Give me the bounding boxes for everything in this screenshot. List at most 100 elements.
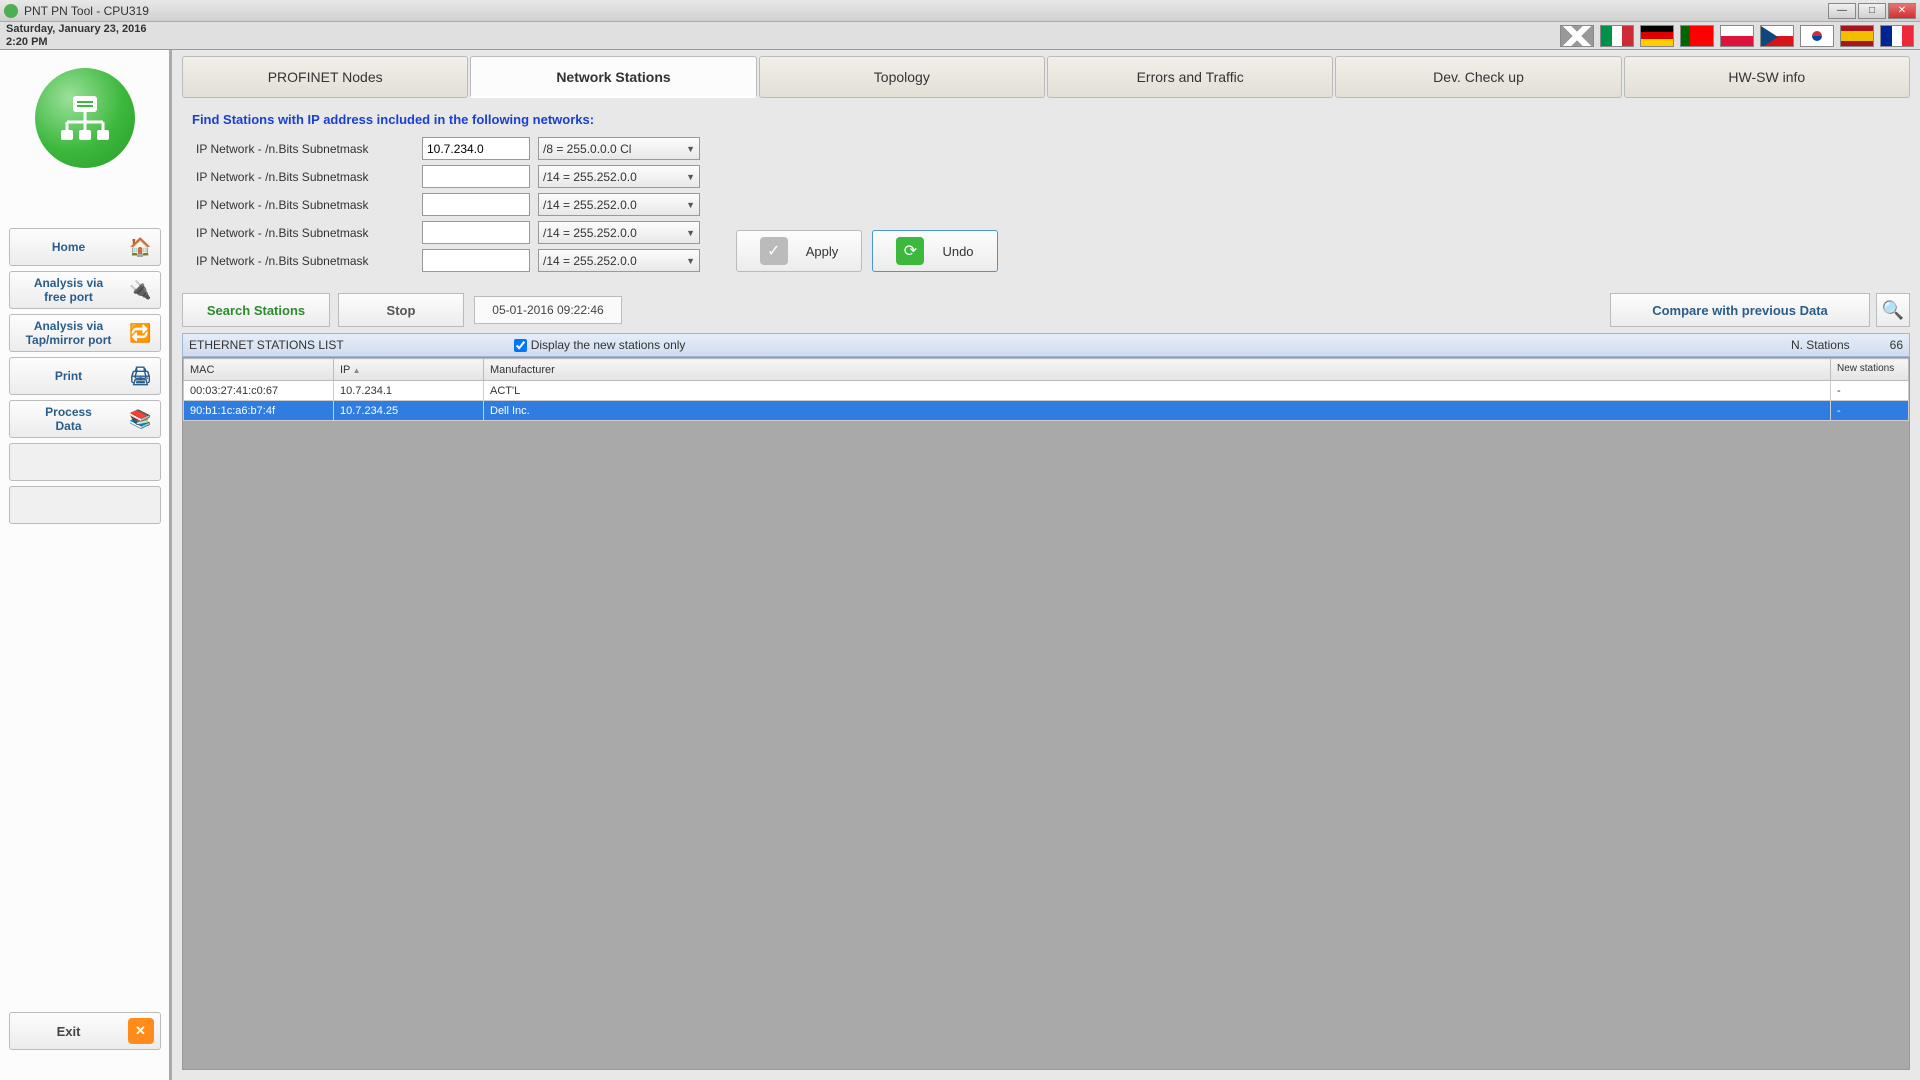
table-row[interactable]: 90:b1:1c:a6:b7:4f10.7.234.25Dell Inc.- <box>184 401 1909 421</box>
flag-de[interactable] <box>1640 25 1674 47</box>
close-button[interactable]: ✕ <box>1888 3 1916 19</box>
nstations-count: 66 <box>1890 338 1903 352</box>
undo-button[interactable]: ⟳Undo <box>872 230 998 272</box>
display-new-only-label: Display the new stations only <box>531 338 686 352</box>
cell-mac: 90:b1:1c:a6:b7:4f <box>184 401 334 421</box>
flag-fr[interactable] <box>1880 25 1914 47</box>
sidebar-item-label: Analysis via Tap/mirror port <box>26 319 112 347</box>
col-mac[interactable]: MAC <box>184 359 334 381</box>
search-stations-button[interactable]: Search Stations <box>182 293 330 327</box>
chevron-down-icon: ▼ <box>686 172 695 182</box>
chevron-down-icon: ▼ <box>686 144 695 154</box>
datetime-bar: Saturday, January 23, 2016 2:20 PM <box>0 22 1920 50</box>
main-tabs: PROFINET Nodes Network Stations Topology… <box>182 56 1910 98</box>
ip-network-row: IP Network - /n.Bits Subnetmask/14 = 255… <box>182 249 700 272</box>
ip-network-row: IP Network - /n.Bits Subnetmask/14 = 255… <box>182 193 700 216</box>
chevron-down-icon: ▼ <box>686 256 695 266</box>
cell-ip: 10.7.234.25 <box>334 401 484 421</box>
list-title: ETHERNET STATIONS LIST <box>189 338 344 352</box>
ip-network-label: IP Network - /n.Bits Subnetmask <box>182 254 422 268</box>
printer-icon: 🖨 <box>128 363 154 389</box>
ip-network-row: IP Network - /n.Bits Subnetmask/14 = 255… <box>182 165 700 188</box>
sidebar-process-data-button[interactable]: Process Data 📚 <box>9 400 161 438</box>
ip-address-input[interactable] <box>422 221 530 244</box>
cell-ip: 10.7.234.1 <box>334 381 484 401</box>
flag-uk[interactable] <box>1560 25 1594 47</box>
stations-list-header: ETHERNET STATIONS LIST Display the new s… <box>182 333 1910 357</box>
flag-pt[interactable] <box>1680 25 1714 47</box>
sidebar-item-label: Home <box>52 240 85 254</box>
content-area: PROFINET Nodes Network Stations Topology… <box>172 50 1920 1080</box>
mask-value: /8 = 255.0.0.0 Cl <box>543 142 631 156</box>
subnet-mask-select[interactable]: /14 = 255.252.0.0▼ <box>538 249 700 272</box>
nstations-label: N. Stations <box>1791 338 1850 352</box>
subnet-mask-select[interactable]: /14 = 255.252.0.0 ▼ <box>538 221 700 244</box>
subnet-mask-select[interactable]: /8 = 255.0.0.0 Cl ▼ <box>538 137 700 160</box>
flag-it[interactable] <box>1600 25 1634 47</box>
ip-network-row: IP Network - /n.Bits Subnetmask/8 = 255.… <box>182 137 700 160</box>
stations-table[interactable]: MAC IP Manufacturer New stations 00:03:2… <box>183 358 1909 421</box>
minimize-button[interactable]: — <box>1828 3 1856 19</box>
display-new-only-checkbox[interactable] <box>514 339 527 352</box>
sidebar-item-label: Print <box>55 369 82 383</box>
subnet-mask-select[interactable]: /14 = 255.252.0.0 ▼ <box>538 165 700 188</box>
cell-manufacturer: Dell Inc. <box>484 401 1831 421</box>
chevron-down-icon: ▼ <box>686 200 695 210</box>
compare-icon-button[interactable]: 🔍 <box>1876 293 1910 327</box>
ip-address-input[interactable] <box>422 165 530 188</box>
sidebar-item-label: Analysis via free port <box>34 276 103 304</box>
current-time: 2:20 PM <box>6 36 146 49</box>
form-heading: Find Stations with IP address included i… <box>192 112 1910 127</box>
col-ip[interactable]: IP <box>334 359 484 381</box>
book-icon: 📚 <box>128 406 154 432</box>
mask-value: /14 = 255.252.0.0 <box>543 170 637 184</box>
subnet-mask-select[interactable]: /14 = 255.252.0.0 ▼ <box>538 193 700 216</box>
tab-profinet-nodes[interactable]: PROFINET Nodes <box>182 56 468 98</box>
exit-icon: ✕ <box>128 1018 154 1044</box>
mask-value: /14 = 255.252.0.0 <box>543 198 637 212</box>
exit-label: Exit <box>57 1024 81 1039</box>
flag-kr[interactable] <box>1800 25 1834 47</box>
sidebar-analysis-free-port-button[interactable]: Analysis via free port🔌 <box>9 271 161 309</box>
stations-table-wrap: MAC IP Manufacturer New stations 00:03:2… <box>182 357 1910 1070</box>
col-manufacturer[interactable]: Manufacturer <box>484 359 1831 381</box>
col-new-stations[interactable]: New stations <box>1831 359 1909 381</box>
apply-label: Apply <box>806 244 839 259</box>
flag-cz[interactable] <box>1760 25 1794 47</box>
flag-pl[interactable] <box>1720 25 1754 47</box>
mask-value: /14 = 255.252.0.0 <box>543 226 637 240</box>
sidebar-analysis-tap-button[interactable]: Analysis via Tap/mirror port🔁 <box>9 314 161 352</box>
sidebar-empty-button-1 <box>9 443 161 481</box>
cell-new: - <box>1831 401 1909 421</box>
apply-button[interactable]: ✓Apply <box>736 230 862 272</box>
sidebar-item-label: Process Data <box>45 405 92 433</box>
window-titlebar: PNT PN Tool - CPU319 — □ ✕ <box>0 0 1920 22</box>
ip-network-row: IP Network - /n.Bits Subnetmask/14 = 255… <box>182 221 700 244</box>
app-logo <box>35 68 135 168</box>
exit-button[interactable]: Exit ✕ <box>9 1012 161 1050</box>
maximize-button[interactable]: □ <box>1858 3 1886 19</box>
compare-button[interactable]: Compare with previous Data <box>1610 293 1870 327</box>
cell-manufacturer: ACT'L <box>484 381 1831 401</box>
ip-address-input[interactable] <box>422 249 530 272</box>
stop-button[interactable]: Stop <box>338 293 464 327</box>
tab-network-stations[interactable]: Network Stations <box>470 56 756 98</box>
table-row[interactable]: 00:03:27:41:c0:6710.7.234.1ACT'L- <box>184 381 1909 401</box>
tab-topology[interactable]: Topology <box>759 56 1045 98</box>
ip-address-input[interactable] <box>422 137 530 160</box>
last-scan-timestamp: 05-01-2016 09:22:46 <box>474 296 622 324</box>
sidebar-print-button[interactable]: Print 🖨 <box>9 357 161 395</box>
sidebar-home-button[interactable]: Home 🏠 <box>9 228 161 266</box>
sidebar: Home 🏠 Analysis via free port🔌 Analysis v… <box>0 50 172 1080</box>
home-icon: 🏠 <box>128 234 154 260</box>
compare-icon: 🔍 <box>1882 300 1904 321</box>
cell-mac: 00:03:27:41:c0:67 <box>184 381 334 401</box>
flag-es[interactable] <box>1840 25 1874 47</box>
cell-new: - <box>1831 381 1909 401</box>
chevron-down-icon: ▼ <box>686 228 695 238</box>
tab-errors-traffic[interactable]: Errors and Traffic <box>1047 56 1333 98</box>
ip-address-input[interactable] <box>422 193 530 216</box>
tab-dev-checkup[interactable]: Dev. Check up <box>1335 56 1621 98</box>
undo-label: Undo <box>942 244 973 259</box>
tab-hw-sw-info[interactable]: HW-SW info <box>1624 56 1910 98</box>
